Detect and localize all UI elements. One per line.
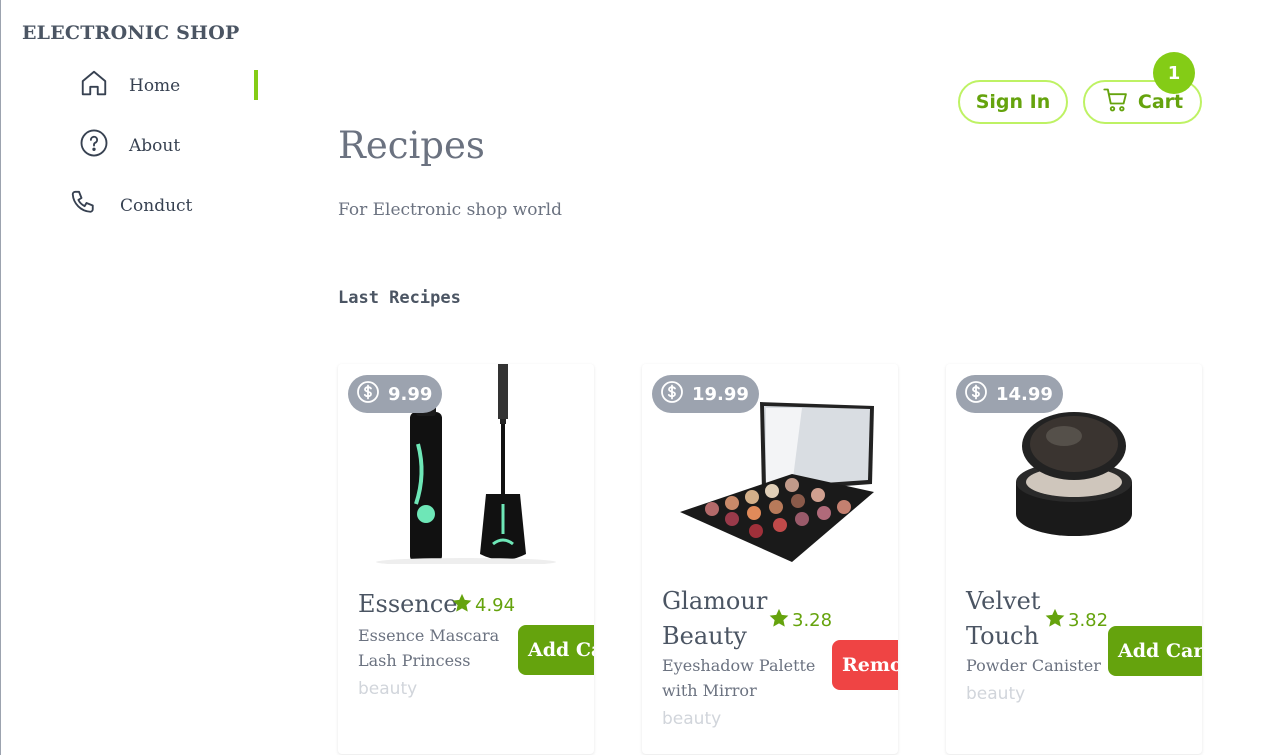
star-icon (1044, 607, 1066, 634)
sidebar-item-about[interactable]: About (79, 128, 180, 163)
page-title: Recipes (338, 124, 485, 167)
sign-in-button[interactable]: Sign In (958, 80, 1068, 124)
question-circle-icon (79, 128, 109, 163)
sidebar-item-label: About (129, 135, 181, 156)
product-card: 14.99 Velvet Touch 3.82 Powder Canister … (946, 364, 1202, 754)
product-category: beauty (966, 684, 1026, 704)
phone-icon (69, 188, 99, 223)
price-value: 14.99 (996, 383, 1053, 405)
product-card: 9.99 Essence 4.94 Essence Mascara Lash P… (338, 364, 594, 754)
dollar-circle-icon (964, 380, 988, 409)
product-category: beauty (358, 679, 418, 699)
star-icon (768, 607, 790, 634)
product-description: Eyeshadow Palette with Mirror (662, 656, 816, 700)
sidebar-item-label: Home (129, 75, 181, 96)
price-value: 19.99 (692, 383, 749, 405)
product-rating: 3.28 (768, 607, 832, 634)
star-icon (451, 592, 473, 619)
brand-logo: ELECTRONIC SHOP (22, 22, 240, 44)
price-badge: 19.99 (652, 375, 759, 413)
sidebar-item-conduct[interactable]: Conduct (69, 188, 192, 223)
remove-button[interactable]: Remove (832, 640, 898, 690)
product-card: 19.99 Glamour Beauty 3.28 Eyeshadow Pale… (642, 364, 898, 754)
product-category: beauty (662, 709, 722, 729)
add-cart-button[interactable]: Add Cart (1108, 626, 1202, 676)
section-title: Last Recipes (338, 288, 461, 308)
cart-icon (1102, 86, 1130, 119)
product-name: Velvet Touch (966, 587, 1041, 650)
price-badge: 9.99 (348, 375, 443, 413)
sidebar-item-label: Conduct (120, 195, 193, 216)
dollar-circle-icon (356, 380, 380, 409)
dollar-circle-icon (660, 380, 684, 409)
product-rating: 3.82 (1044, 607, 1108, 634)
rating-value: 3.82 (1068, 610, 1109, 631)
add-cart-button[interactable]: Add Cart (518, 625, 594, 675)
price-badge: 14.99 (956, 375, 1063, 413)
product-description: Powder Canister (966, 656, 1101, 675)
product-name: Essence (358, 590, 458, 618)
cart-label: Cart (1137, 91, 1184, 113)
rating-value: 4.94 (475, 595, 516, 616)
active-indicator (254, 70, 258, 100)
rating-value: 3.28 (792, 610, 833, 631)
page-subtitle: For Electronic shop world (338, 200, 562, 220)
product-name: Glamour Beauty (662, 587, 768, 650)
product-rating: 4.94 (451, 592, 515, 619)
home-icon (79, 68, 109, 103)
cart-count-badge: 1 (1153, 52, 1195, 94)
product-description: Essence Mascara Lash Princess (358, 626, 500, 670)
price-value: 9.99 (388, 383, 433, 405)
sidebar-item-home[interactable]: Home (79, 68, 180, 103)
